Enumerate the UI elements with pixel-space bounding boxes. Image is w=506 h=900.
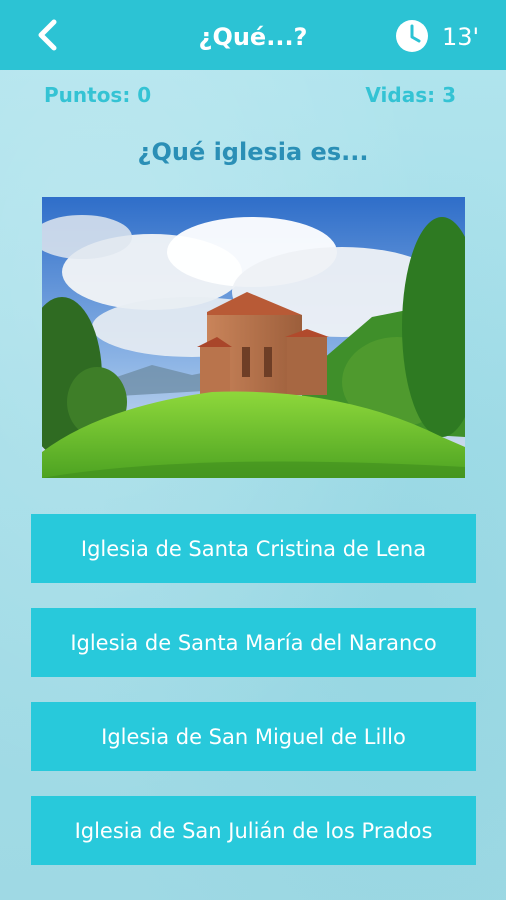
page-title: ¿Qué...? <box>198 23 308 51</box>
answer-option-3[interactable]: Iglesia de San Miguel de Lillo <box>31 702 476 771</box>
answer-option-1[interactable]: Iglesia de Santa Cristina de Lena <box>31 514 476 583</box>
points-counter: Puntos: 0 <box>44 83 152 107</box>
timer-value: 13' <box>442 23 480 51</box>
lives-counter: Vidas: 3 <box>365 83 456 107</box>
church-photo <box>42 197 465 478</box>
church-illustration <box>42 197 465 478</box>
clock-icon <box>396 20 428 52</box>
answer-option-2[interactable]: Iglesia de Santa María del Naranco <box>31 608 476 677</box>
top-bar: ¿Qué...? 13' <box>0 0 506 70</box>
answer-option-4[interactable]: Iglesia de San Julián de los Prados <box>31 796 476 865</box>
question-text: ¿Qué iglesia es... <box>137 138 369 166</box>
